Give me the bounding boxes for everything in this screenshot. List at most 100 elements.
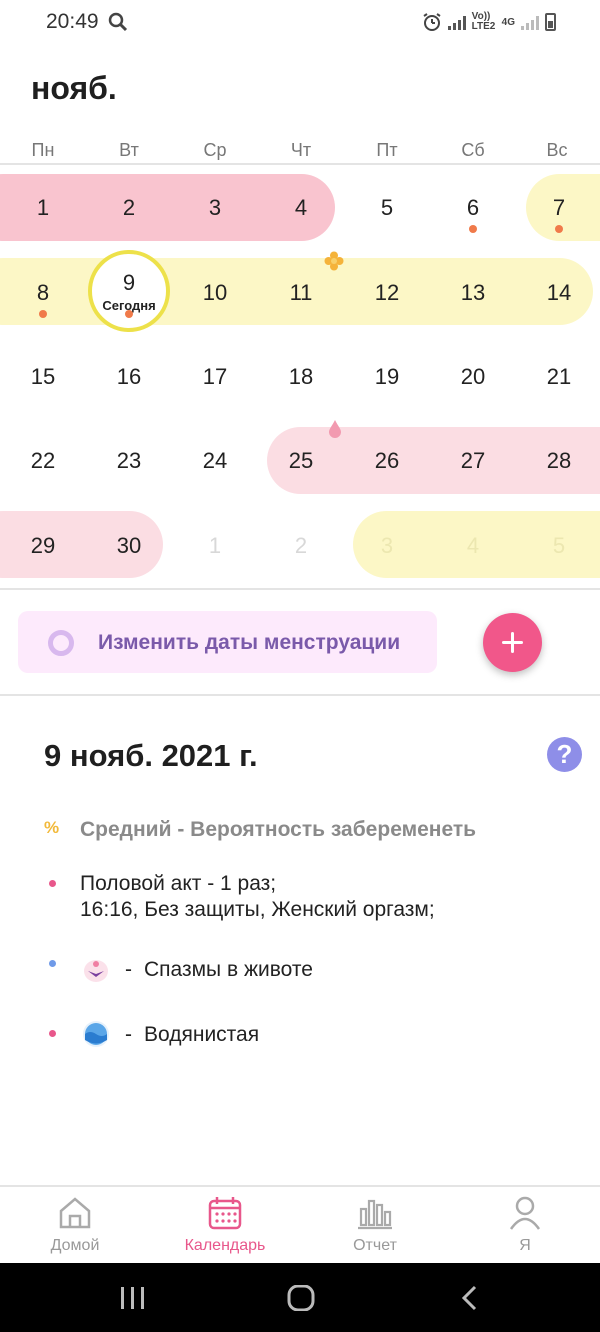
calendar-day[interactable]: 24 [172, 448, 258, 474]
nav-report-label: Отчет [353, 1237, 397, 1254]
calendar-day[interactable]: 27 [430, 448, 516, 474]
calendar-day[interactable]: 1 [0, 195, 86, 221]
calendar-day-next-month[interactable]: 3 [344, 533, 430, 559]
weekday-label: Вт [119, 140, 139, 160]
weekday-label: Вс [546, 140, 568, 160]
nav-calendar[interactable]: Календарь [175, 1195, 275, 1255]
status-bar: 20:49 Vo)) LTE2 4G [0, 0, 600, 48]
network-label: Vo)) LTE2 [471, 11, 496, 32]
network-4g-label: 4G [501, 16, 515, 28]
cramps-icon [84, 960, 108, 982]
signal-icon [447, 14, 466, 30]
screen: 20:49 Vo)) LTE2 4G нояб. Пн Вт Ср Чт Пт [0, 0, 600, 1332]
calendar-day[interactable]: 10 [172, 280, 258, 306]
calendar-day-next-month[interactable]: 4 [430, 533, 516, 559]
note-dot [125, 310, 133, 318]
calendar-day[interactable]: 30 [86, 533, 172, 559]
note-dot [555, 225, 563, 233]
add-button[interactable] [483, 613, 542, 672]
sex-entry-line1: Половой акт - 1 раз; [80, 872, 277, 895]
divider [0, 588, 600, 590]
calendar-day-next-month[interactable]: 2 [258, 533, 344, 559]
calendar-day[interactable]: 17 [172, 364, 258, 390]
help-icon[interactable]: ? [547, 737, 582, 772]
discharge-text: Водянистая [144, 1023, 260, 1046]
symptom-text: Спазмы в животе [144, 958, 313, 981]
nav-report[interactable]: Отчет [325, 1195, 425, 1255]
calendar-day[interactable]: 8 [0, 280, 86, 306]
calendar-day[interactable]: 7 [516, 195, 600, 221]
weekday-label: Сб [461, 140, 485, 160]
nav-calendar-label: Календарь [184, 1237, 266, 1254]
signal-icon-2 [521, 14, 539, 30]
edit-period-dates-button[interactable]: Изменить даты менструации [18, 611, 437, 673]
weekday-label: Ср [203, 140, 227, 160]
selected-date-title: 9 нояб. 2021 г. [44, 738, 258, 773]
calendar-day[interactable]: 2 [86, 195, 172, 221]
note-dot [39, 310, 47, 318]
alarm-icon [423, 13, 441, 31]
symptom-bullet [49, 960, 56, 967]
month-title: нояб. [31, 70, 117, 106]
calendar-day-next-month[interactable]: 5 [516, 533, 600, 559]
divider [0, 163, 600, 165]
today-number: 9 [122, 270, 136, 295]
calendar-day[interactable]: 4 [258, 195, 344, 221]
home-system-icon[interactable] [286, 1285, 316, 1311]
calendar-day[interactable]: 20 [430, 364, 516, 390]
nav-me-label: Я [519, 1237, 531, 1254]
calendar-day[interactable]: 11 [258, 280, 344, 306]
calendar-day[interactable]: 14 [516, 280, 600, 306]
calendar-day[interactable]: 3 [172, 195, 258, 221]
period-ring-icon [48, 630, 74, 656]
period-start-drop-icon [329, 420, 341, 438]
status-icons: Vo)) LTE2 4G [422, 12, 556, 32]
battery-icon [545, 13, 556, 31]
calendar-day[interactable]: 23 [86, 448, 172, 474]
calendar-day[interactable]: 26 [344, 448, 430, 474]
home-icon [59, 1197, 91, 1229]
weekday-label: Пт [376, 140, 398, 160]
user-icon [509, 1196, 541, 1230]
nav-home[interactable]: Домой [25, 1195, 125, 1255]
calendar-day[interactable]: 12 [344, 280, 430, 306]
discharge-dash: - [125, 1023, 132, 1046]
calendar-day[interactable]: 22 [0, 448, 86, 474]
edit-period-dates-label: Изменить даты менструации [98, 631, 401, 654]
percent-icon: % [44, 818, 60, 837]
calendar-day[interactable]: 13 [430, 280, 516, 306]
calendar-day[interactable]: 28 [516, 448, 600, 474]
calendar-icon [208, 1197, 242, 1230]
calendar-day[interactable]: 18 [258, 364, 344, 390]
report-chart-icon [358, 1199, 392, 1230]
divider [0, 694, 600, 696]
discharge-bullet [49, 1030, 56, 1037]
calendar-day[interactable]: 15 [0, 364, 86, 390]
back-icon[interactable] [455, 1285, 485, 1311]
bottom-nav: Домой Календарь Отчет Я [0, 1187, 600, 1263]
nav-home-label: Домой [50, 1237, 100, 1254]
calendar-day[interactable]: 29 [0, 533, 86, 559]
calendar-day[interactable]: 5 [344, 195, 430, 221]
weekday-label: Пн [31, 140, 55, 160]
nav-me[interactable]: Я [475, 1195, 575, 1255]
calendar-day[interactable]: 19 [344, 364, 430, 390]
calendar-day[interactable]: 6 [430, 195, 516, 221]
status-time: 20:49 [46, 10, 99, 33]
search-status-icon [108, 12, 128, 32]
pregnancy-chance-text: Средний - Вероятность забеременеть [80, 818, 477, 841]
calendar-day[interactable]: 16 [86, 364, 172, 390]
water-discharge-icon [83, 1021, 109, 1047]
symptom-dash: - [125, 958, 132, 981]
weekday-header: Пн Вт Ср Чт Пт Сб Вс [0, 140, 600, 164]
sex-bullet [49, 880, 56, 887]
recent-apps-icon[interactable] [118, 1285, 148, 1311]
sex-entry-line2: 16:16, Без защиты, Женский оргазм; [80, 898, 435, 921]
system-nav-bar [0, 1263, 600, 1332]
calendar-day[interactable]: 25 [258, 448, 344, 474]
note-dot [469, 225, 477, 233]
calendar-day-next-month[interactable]: 1 [172, 533, 258, 559]
today-marker[interactable]: 9 Сегодня [88, 250, 170, 332]
weekday-label: Чт [290, 140, 312, 160]
calendar-day[interactable]: 21 [516, 364, 600, 390]
